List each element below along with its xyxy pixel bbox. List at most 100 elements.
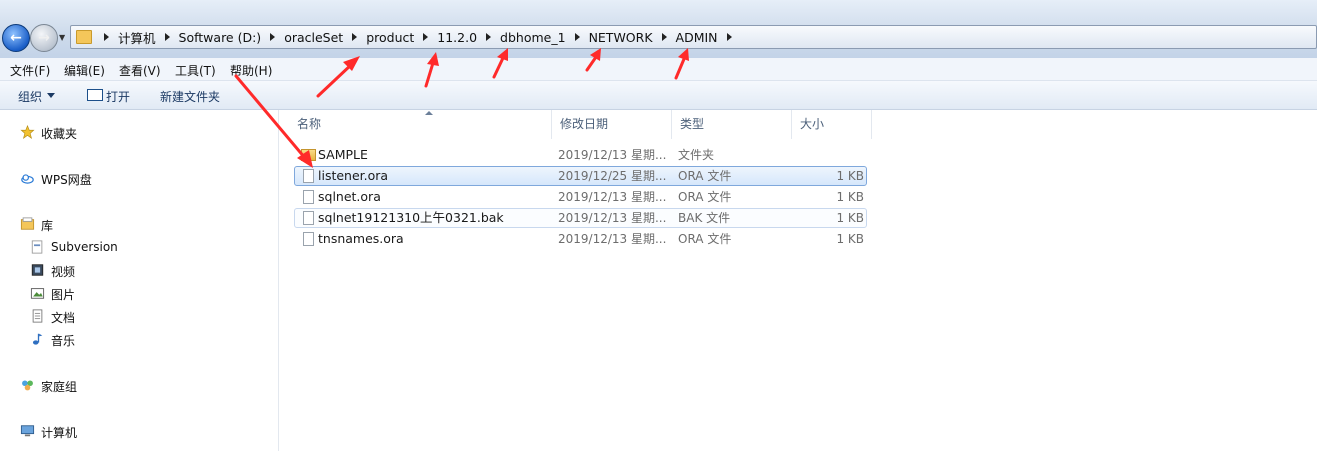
breadcrumb-separator-icon[interactable] — [423, 33, 429, 41]
title-bar: ← → ▼ 计算机 Software (D:) oracleSet produc… — [0, 0, 1317, 58]
breadcrumb-item[interactable]: 11.2.0 — [437, 30, 477, 45]
file-type: 文件夹 — [678, 148, 715, 162]
star-icon — [20, 125, 35, 139]
menu-help[interactable]: 帮助(H) — [230, 62, 272, 79]
file-name: listener.ora — [318, 168, 389, 183]
file-name: SAMPLE — [318, 147, 368, 162]
nav-library[interactable]: 库 — [41, 217, 53, 234]
forward-button[interactable]: → — [30, 24, 58, 52]
address-bar[interactable]: 计算机 Software (D:) oracleSet product 11.2… — [70, 25, 1317, 49]
sort-ascending-icon — [425, 111, 433, 115]
music-icon — [32, 333, 43, 345]
nav-documents[interactable]: 文档 — [51, 309, 75, 326]
file-row[interactable]: sqlnet19121310上午0321.bak 2019/12/13 星期..… — [294, 208, 867, 228]
file-icon — [303, 211, 314, 225]
column-header-type[interactable]: 类型 — [672, 110, 792, 139]
file-icon — [303, 232, 314, 246]
file-name: tnsnames.ora — [318, 231, 404, 246]
file-type: ORA 文件 — [678, 190, 732, 204]
column-header-name[interactable]: 名称 — [289, 110, 552, 139]
file-row-selected[interactable]: listener.ora 2019/12/25 星期... ORA 文件 1 K… — [294, 166, 867, 186]
file-name: sqlnet.ora — [318, 189, 381, 204]
file-modified: 2019/12/13 星期... — [558, 148, 667, 162]
menu-view[interactable]: 查看(V) — [119, 62, 161, 79]
file-type: BAK 文件 — [678, 211, 731, 225]
menu-file[interactable]: 文件(F) — [10, 62, 50, 79]
breadcrumb-item[interactable]: ADMIN — [676, 30, 718, 45]
forward-arrow-icon: → — [38, 30, 50, 46]
breadcrumb-item[interactable]: 计算机 — [118, 28, 156, 47]
file-row[interactable]: tnsnames.ora 2019/12/13 星期... ORA 文件 1 K… — [294, 229, 867, 249]
breadcrumb-item[interactable]: product — [366, 30, 414, 45]
column-name-label: 名称 — [297, 117, 322, 131]
file-list: 名称 修改日期 类型 大小 SAMPLE 2019/12/13 星期... 文件… — [279, 110, 1317, 451]
new-folder-button[interactable]: 新建文件夹 — [160, 88, 220, 105]
breadcrumb-separator-icon[interactable] — [574, 33, 580, 41]
computer-icon — [20, 425, 35, 437]
folder-icon — [76, 30, 92, 44]
breadcrumb-separator-icon[interactable] — [164, 33, 170, 41]
file-size: 1 KB — [836, 211, 864, 225]
nav-computer[interactable]: 计算机 — [41, 424, 77, 441]
subversion-icon — [31, 240, 43, 254]
cloud-icon — [21, 174, 34, 184]
nav-subversion[interactable]: Subversion — [51, 240, 118, 254]
chevron-down-icon — [47, 93, 55, 98]
video-icon — [31, 264, 44, 276]
breadcrumb-separator-icon[interactable] — [486, 33, 492, 41]
nav-wps-cloud[interactable]: WPS网盘 — [41, 171, 92, 188]
file-type: ORA 文件 — [678, 169, 732, 183]
breadcrumb-separator-icon[interactable] — [270, 33, 276, 41]
column-size-label: 大小 — [800, 117, 825, 131]
nav-music[interactable]: 音乐 — [51, 332, 75, 349]
breadcrumb: 计算机 Software (D:) oracleSet product 11.2… — [95, 26, 741, 48]
homegroup-icon — [22, 380, 33, 391]
file-size: 1 KB — [836, 232, 864, 246]
breadcrumb-separator-icon[interactable] — [726, 33, 732, 41]
nav-videos[interactable]: 视频 — [51, 263, 75, 280]
organize-button[interactable]: 组织 — [18, 88, 42, 105]
breadcrumb-separator-icon[interactable] — [661, 33, 667, 41]
breadcrumb-item[interactable]: Software (D:) — [179, 30, 262, 45]
file-icon — [303, 169, 314, 183]
file-modified: 2019/12/13 星期... — [558, 190, 667, 204]
command-bar: 组织 打开 新建文件夹 — [0, 81, 1317, 110]
menu-bar: 文件(F) 编辑(E) 查看(V) 工具(T) 帮助(H) — [0, 58, 1317, 81]
column-header-modified[interactable]: 修改日期 — [552, 110, 672, 139]
column-type-label: 类型 — [680, 117, 705, 131]
column-headers: 名称 修改日期 类型 大小 — [289, 110, 872, 139]
column-modified-label: 修改日期 — [560, 117, 609, 131]
menu-tools[interactable]: 工具(T) — [175, 62, 216, 79]
back-arrow-icon: ← — [10, 30, 22, 46]
breadcrumb-separator-icon[interactable] — [104, 33, 109, 41]
picture-icon — [30, 288, 45, 299]
navigation-pane: 收藏夹 WPS网盘 库 Subversion 视频 图片 文档 音乐 家庭组 计… — [0, 110, 279, 451]
breadcrumb-item[interactable]: oracleSet — [284, 30, 343, 45]
file-modified: 2019/12/25 星期... — [558, 169, 667, 183]
back-button[interactable]: ← — [2, 24, 30, 52]
file-modified: 2019/12/13 星期... — [558, 232, 667, 246]
document-icon — [32, 309, 43, 323]
nav-favorites[interactable]: 收藏夹 — [41, 125, 77, 142]
folder-icon — [301, 149, 316, 161]
file-type: ORA 文件 — [678, 232, 732, 246]
file-name: sqlnet19121310上午0321.bak — [318, 210, 504, 225]
file-row[interactable]: sqlnet.ora 2019/12/13 星期... ORA 文件 1 KB — [294, 187, 867, 207]
file-icon — [303, 190, 314, 204]
breadcrumb-separator-icon[interactable] — [352, 33, 358, 41]
nav-homegroup[interactable]: 家庭组 — [41, 378, 77, 395]
menu-edit[interactable]: 编辑(E) — [64, 62, 105, 79]
open-button[interactable]: 打开 — [106, 88, 130, 105]
open-icon — [87, 89, 103, 101]
column-header-size[interactable]: 大小 — [792, 110, 872, 139]
file-modified: 2019/12/13 星期... — [558, 211, 667, 225]
breadcrumb-item[interactable]: NETWORK — [589, 30, 653, 45]
file-size — [784, 146, 864, 164]
breadcrumb-item[interactable]: dbhome_1 — [500, 30, 566, 45]
nav-pictures[interactable]: 图片 — [51, 286, 75, 303]
recent-pages-dropdown-icon[interactable]: ▼ — [59, 33, 65, 42]
file-row-folder[interactable]: SAMPLE 2019/12/13 星期... 文件夹 — [294, 145, 867, 165]
file-size: 1 KB — [836, 169, 864, 183]
file-size: 1 KB — [836, 190, 864, 204]
library-icon — [20, 217, 35, 230]
